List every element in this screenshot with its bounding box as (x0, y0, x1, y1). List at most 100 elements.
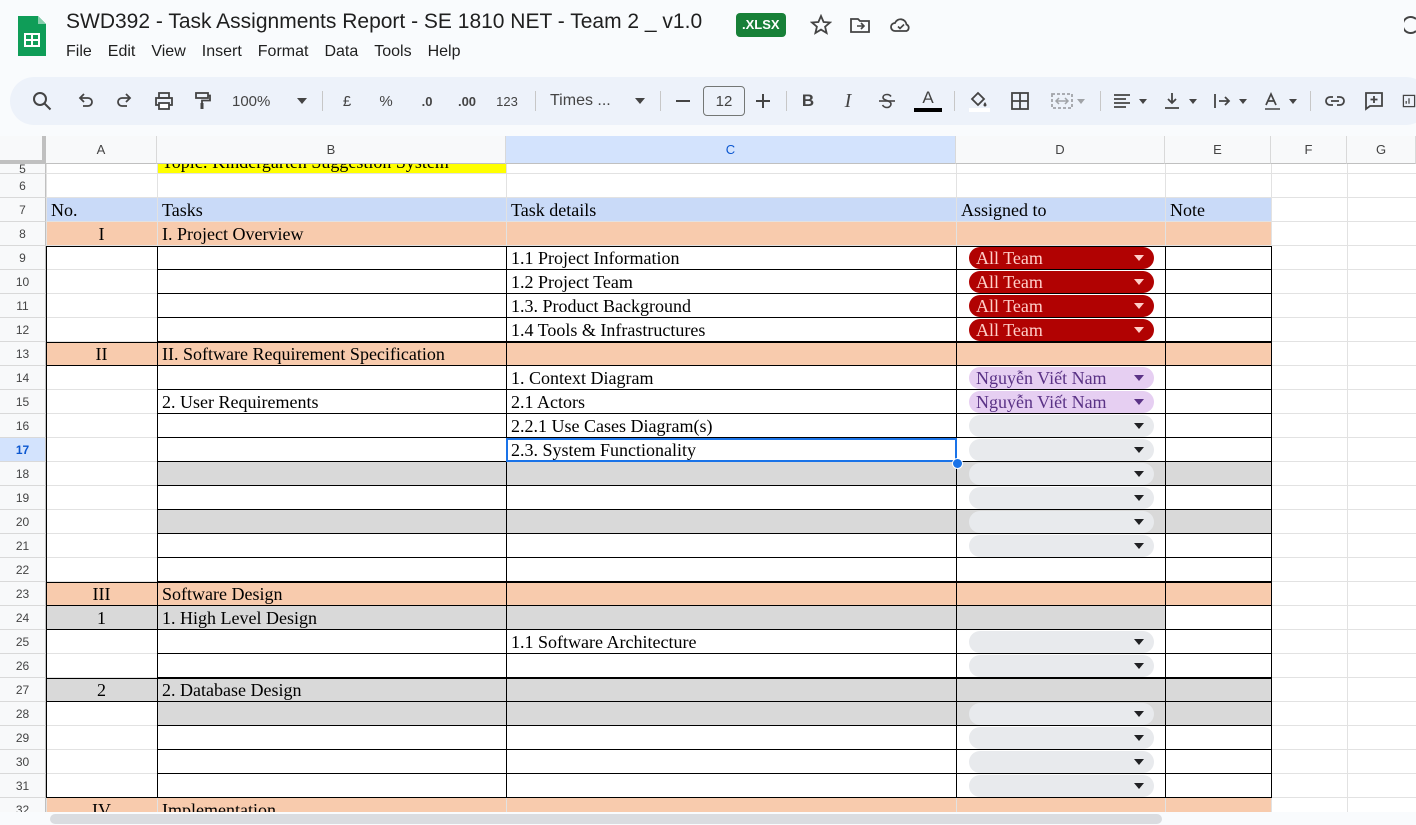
undo-icon[interactable] (73, 89, 97, 113)
star-icon[interactable] (809, 13, 833, 36)
row-header-5[interactable]: 5 (0, 162, 46, 176)
cell-b9[interactable] (157, 246, 506, 270)
number-format-button[interactable]: 123 (492, 89, 522, 113)
borders-icon[interactable] (1008, 89, 1032, 113)
cell-b10[interactable] (157, 270, 506, 294)
row-header-23[interactable]: 23 (0, 582, 46, 606)
cell-e21[interactable] (1165, 534, 1271, 558)
menu-view[interactable]: View (143, 42, 193, 62)
move-folder-icon[interactable] (849, 14, 871, 36)
cell-c11[interactable]: 1.3. Product Background (506, 294, 956, 318)
row-header-11[interactable]: 11 (0, 294, 46, 318)
cell-c22[interactable] (506, 558, 956, 582)
cell-c18[interactable] (506, 462, 956, 486)
horizontal-align-icon[interactable] (1110, 89, 1150, 113)
menu-tools[interactable]: Tools (366, 42, 419, 62)
column-header-e[interactable]: E (1165, 136, 1271, 164)
fill-handle[interactable] (952, 458, 963, 469)
row-header-24[interactable]: 24 (0, 606, 46, 630)
sheets-logo-icon[interactable] (16, 14, 48, 58)
cell-b27[interactable]: 2. Database Design (157, 678, 506, 702)
cell-e14[interactable] (1165, 366, 1271, 390)
menu-file[interactable]: File (58, 42, 100, 62)
cell-a27[interactable]: 2 (46, 678, 157, 702)
cell-a10[interactable] (46, 270, 157, 294)
merge-cells-icon[interactable] (1048, 89, 1088, 113)
assignee-dropdown[interactable] (969, 463, 1154, 485)
text-wrapping-icon[interactable] (1210, 89, 1250, 113)
cell-b25[interactable] (157, 630, 506, 654)
assignee-dropdown[interactable] (969, 703, 1154, 725)
cell-b11[interactable] (157, 294, 506, 318)
cell-a7[interactable]: No. (46, 198, 157, 222)
cell-c12[interactable]: 1.4 Tools & Infrastructures (506, 318, 956, 342)
cell-b8[interactable]: I. Project Overview (157, 222, 506, 246)
cell-e30[interactable] (1165, 750, 1271, 774)
cell-c25[interactable]: 1.1 Software Architecture (506, 630, 956, 654)
cell-a17[interactable] (46, 438, 157, 462)
cell-a22[interactable] (46, 558, 157, 582)
cell-e19[interactable] (1165, 486, 1271, 510)
cell-a32[interactable]: IV (46, 798, 157, 812)
assignee-dropdown[interactable] (969, 535, 1154, 557)
assignee-dropdown[interactable]: All Team (969, 295, 1154, 317)
menu-format[interactable]: Format (250, 42, 317, 62)
cell-a28[interactable] (46, 702, 157, 726)
assignee-dropdown[interactable] (969, 655, 1154, 677)
column-header-f[interactable]: F (1271, 136, 1347, 164)
history-icon[interactable] (1401, 14, 1416, 36)
cell-e20[interactable] (1165, 510, 1271, 534)
cell-e23[interactable] (1165, 582, 1271, 606)
row-header-15[interactable]: 15 (0, 390, 46, 414)
cell-e25[interactable] (1165, 630, 1271, 654)
insert-chart-icon[interactable] (1402, 89, 1416, 113)
cell-c23[interactable] (506, 582, 956, 606)
increase-decimal-button[interactable]: .00 (452, 89, 482, 113)
row-header-6[interactable]: 6 (0, 174, 46, 198)
cell-e16[interactable] (1165, 414, 1271, 438)
percent-format-button[interactable]: % (376, 89, 396, 113)
row-header-14[interactable]: 14 (0, 366, 46, 390)
zoom-select[interactable]: 100% (232, 89, 284, 113)
cell-c28[interactable] (506, 702, 956, 726)
cell-e9[interactable] (1165, 246, 1271, 270)
cell-a14[interactable] (46, 366, 157, 390)
cell-a26[interactable] (46, 654, 157, 678)
row-header-30[interactable]: 30 (0, 750, 46, 774)
horizontal-scrollbar[interactable] (50, 814, 1162, 824)
cell-d7[interactable]: Assigned to (956, 198, 1165, 222)
italic-button[interactable]: I (838, 89, 858, 113)
insert-link-icon[interactable] (1322, 89, 1348, 113)
cell-c19[interactable] (506, 486, 956, 510)
bold-button[interactable]: B (798, 89, 818, 113)
cell-a9[interactable] (46, 246, 157, 270)
redo-icon[interactable] (113, 89, 137, 113)
cell-c31[interactable] (506, 774, 956, 798)
cell-b28[interactable] (157, 702, 506, 726)
assignee-dropdown[interactable]: All Team (969, 319, 1154, 341)
increase-font-size-icon[interactable] (754, 89, 772, 113)
assignee-dropdown[interactable] (969, 487, 1154, 509)
cell-e31[interactable] (1165, 774, 1271, 798)
cell-c6[interactable] (506, 174, 956, 198)
menu-insert[interactable]: Insert (194, 42, 250, 62)
assignee-dropdown[interactable]: All Team (969, 247, 1154, 269)
cell-a18[interactable] (46, 462, 157, 486)
strikethrough-icon[interactable] (876, 89, 898, 113)
cell-c24[interactable] (506, 606, 956, 630)
document-title[interactable]: SWD392 - Task Assignments Report - SE 18… (66, 10, 702, 34)
cell-e24[interactable] (1165, 606, 1271, 630)
cell-a21[interactable] (46, 534, 157, 558)
assignee-dropdown[interactable]: Nguyễn Viết Nam (969, 391, 1154, 413)
cell-b31[interactable] (157, 774, 506, 798)
cell-b12[interactable] (157, 318, 506, 342)
cell-a19[interactable] (46, 486, 157, 510)
row-header-26[interactable]: 26 (0, 654, 46, 678)
cell-c9[interactable]: 1.1 Project Information (506, 246, 956, 270)
row-header-8[interactable]: 8 (0, 222, 46, 246)
row-header-13[interactable]: 13 (0, 342, 46, 366)
cell-e8[interactable] (1165, 222, 1271, 246)
cell-b29[interactable] (157, 726, 506, 750)
cell-d8[interactable] (956, 222, 1165, 246)
cell-b16[interactable] (157, 414, 506, 438)
